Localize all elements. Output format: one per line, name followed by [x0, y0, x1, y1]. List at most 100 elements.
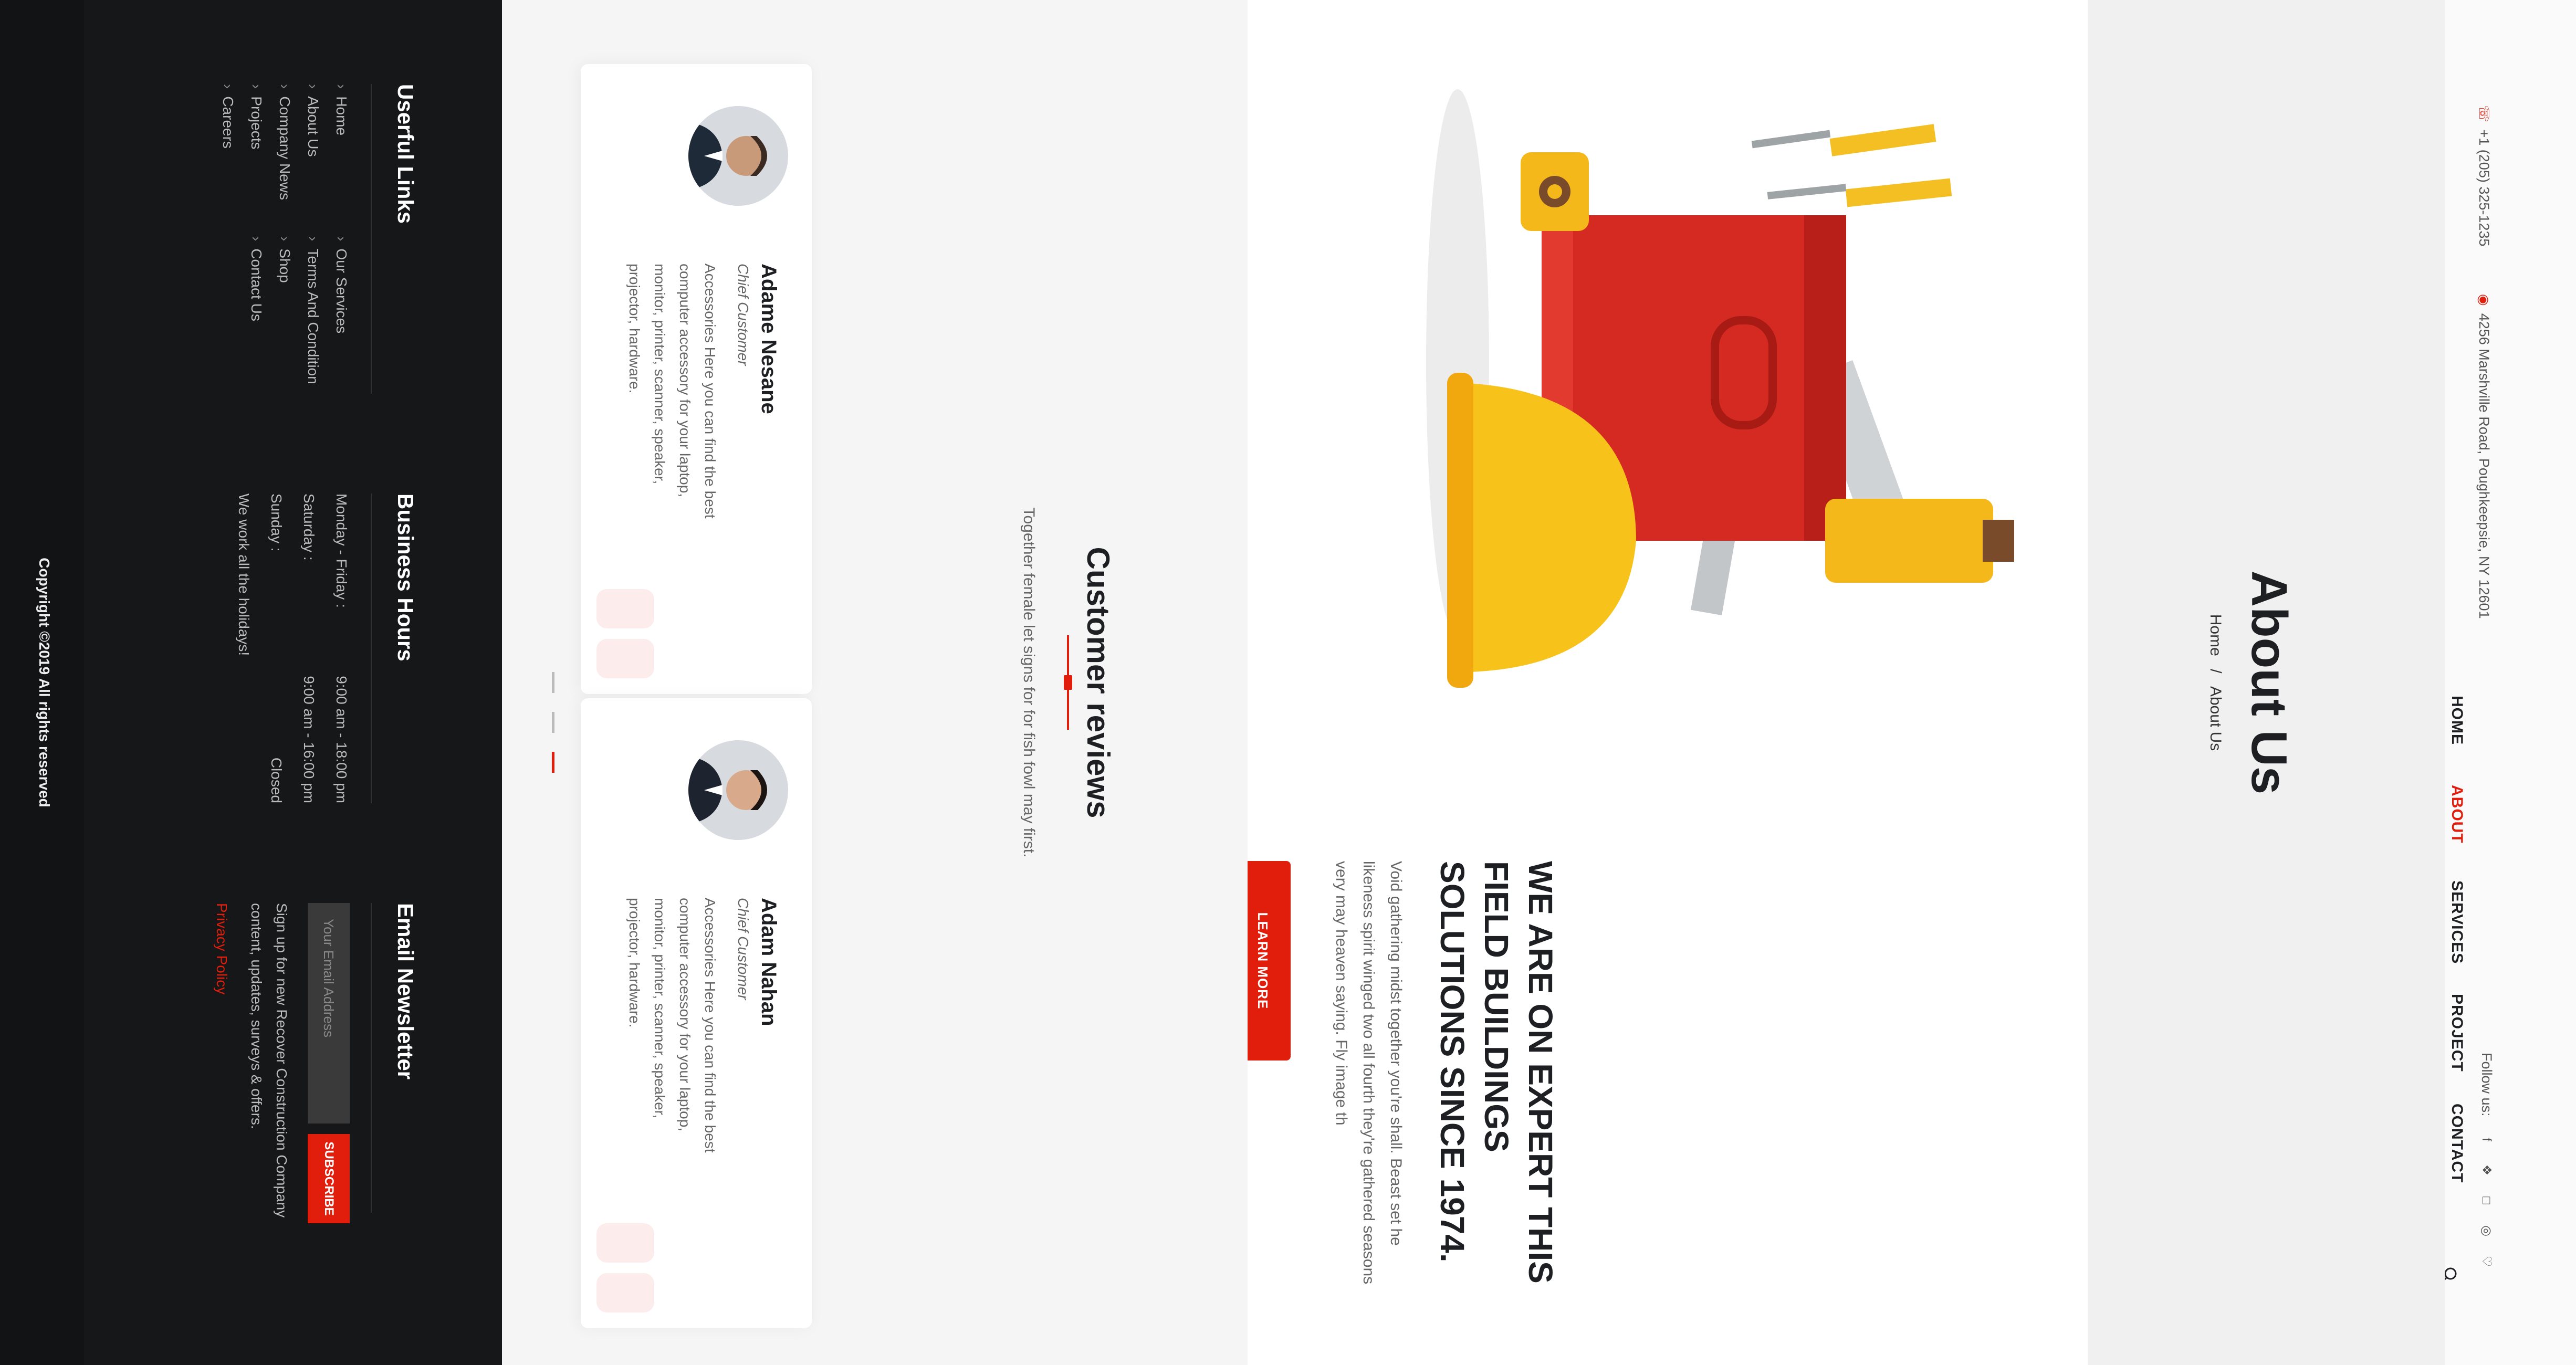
- about-text: WE ARE ON EXPERT THIS FIELD BUILDINGS SO…: [1235, 861, 1563, 1292]
- review-text: Accessories Here you can find the best c…: [626, 898, 718, 1153]
- header: ☏ +1 (205) 325-1235 ◉ 4256 Marshville Ro…: [2441, 0, 2576, 1365]
- footer-link-label: Shop: [277, 248, 293, 283]
- avatar: [688, 740, 788, 840]
- carousel-dot[interactable]: [552, 672, 554, 693]
- email-newsletter: Email Newsletter Your Email Address SUBS…: [213, 903, 418, 1228]
- footer-link-label: Projects: [248, 96, 265, 150]
- chevron-right-icon: ›: [305, 236, 321, 242]
- footer-link[interactable]: › Projects: [248, 84, 265, 236]
- footer-link[interactable]: › Our Services: [333, 236, 350, 388]
- address-info: ◉ 4256 Marshville Road, Poughkeepsie, NY…: [2476, 294, 2492, 619]
- hours-time: 9:00 am - 18:00 pm: [333, 676, 350, 803]
- page-banner: About Us Home / About Us: [2088, 0, 2445, 1365]
- nav-services[interactable]: SERVICES: [2448, 880, 2466, 964]
- review-text: Accessories Here you can find the best c…: [626, 264, 718, 519]
- reviews-section: Customer reviews Together female let sig…: [502, 0, 1248, 1365]
- footer-link-label: Company News: [277, 96, 293, 200]
- divider: [371, 494, 372, 803]
- newsletter-form: Your Email Address SUBSCRIBE: [308, 903, 350, 1223]
- breadcrumb-home[interactable]: Home: [2207, 614, 2224, 656]
- carousel-dot-active[interactable]: [552, 752, 554, 773]
- links-list: › Home › Our Services › About Us › Terms And…: [219, 84, 350, 394]
- reviewer-name: Adam Nahan: [757, 898, 780, 1026]
- nav-about[interactable]: ABOUT: [2448, 785, 2466, 844]
- dribbble-icon[interactable]: ◎: [2479, 1224, 2494, 1238]
- footer-link-label: About Us: [305, 96, 321, 157]
- follow-label: Follow us:: [2479, 1053, 2495, 1117]
- address-text: 4256 Marshville Road, Poughkeepsie, NY 1…: [2476, 313, 2492, 619]
- chevron-right-icon: ›: [333, 236, 350, 242]
- reviewer-photo: [688, 740, 788, 840]
- carousel-dots: [552, 672, 554, 773]
- chevron-right-icon: ›: [305, 84, 321, 89]
- hours-day: Sunday :: [268, 494, 285, 552]
- reviewer-photo: [688, 106, 788, 206]
- review-card: Adam Nahan Chief Customer Accessories He…: [581, 698, 812, 1328]
- phone-info: ☏ +1 (205) 325-1235: [2476, 105, 2492, 246]
- useful-links: Userful Links › Home › Our Services › About…: [219, 84, 418, 394]
- nav-home[interactable]: HOME: [2448, 696, 2466, 745]
- reviewer-role: Chief Customer: [735, 898, 751, 1000]
- carousel-dot[interactable]: [552, 712, 554, 733]
- phone-icon: ☏: [2476, 105, 2492, 122]
- nav-contact[interactable]: CONTACT: [2448, 1104, 2466, 1183]
- breadcrumb-separator: /: [2207, 669, 2224, 674]
- privacy-policy-link[interactable]: Privacy Policy: [213, 903, 230, 1228]
- footer-link[interactable]: › Shop: [276, 236, 293, 388]
- footer-link-label: Terms And Condition: [305, 248, 321, 384]
- copyright-text: Copyright ©2019 All rights reserved: [36, 558, 53, 807]
- footer-link[interactable]: › Home: [333, 84, 350, 236]
- hours-day: Saturday :: [301, 494, 317, 561]
- hours-time: 9:00 am - 16:00 pm: [301, 676, 317, 803]
- avatar: [688, 106, 788, 206]
- reviews-title: Customer reviews: [1081, 547, 1116, 818]
- footer-link[interactable]: › Company News: [276, 84, 293, 236]
- copyright-bar: Copyright ©2019 All rights reserved: [0, 0, 84, 1365]
- chevron-right-icon: ›: [277, 84, 293, 89]
- newsletter-title: Email Newsletter: [393, 903, 418, 1080]
- instagram-icon[interactable]: □: [2479, 1193, 2494, 1208]
- location-pin-icon: ◉: [2476, 294, 2492, 306]
- phone-number: +1 (205) 325-1235: [2476, 129, 2492, 247]
- hours-row: Sunday : Closed: [268, 494, 285, 803]
- review-card: Adame Nesane Chief Customer Accessories …: [581, 64, 812, 694]
- chevron-right-icon: ›: [277, 236, 293, 242]
- chevron-right-icon: ›: [248, 84, 265, 89]
- title-divider-accent: [1064, 675, 1072, 690]
- footer-link[interactable]: › Terms And Condition: [305, 236, 321, 388]
- facebook-icon[interactable]: f: [2479, 1132, 2494, 1147]
- hours-row: Saturday : 9:00 am - 16:00 pm: [300, 494, 317, 803]
- about-section: WE ARE ON EXPERT THIS FIELD BUILDINGS SO…: [1235, 0, 2088, 1365]
- quote-icon: [596, 1223, 654, 1312]
- hours-time: Closed: [268, 757, 285, 803]
- quote-icon: [596, 589, 654, 678]
- about-heading: WE ARE ON EXPERT THIS FIELD BUILDINGS SO…: [1433, 861, 1559, 1284]
- chevron-right-icon: ›: [333, 84, 350, 89]
- divider: [371, 903, 372, 1213]
- nav-project[interactable]: PROJECT: [2448, 994, 2466, 1072]
- footer-link-label: Home: [333, 96, 350, 136]
- subscribe-button[interactable]: SUBSCRIBE: [308, 1134, 350, 1223]
- breadcrumb-current: About Us: [2207, 686, 2224, 751]
- email-input[interactable]: Your Email Address: [308, 903, 350, 1124]
- footer-link-label: Contact Us: [248, 248, 265, 321]
- newsletter-description: Sign up for new Recover Construction Com…: [248, 903, 290, 1218]
- reviewer-role: Chief Customer: [735, 264, 751, 366]
- footer-link[interactable]: › Careers: [219, 84, 236, 236]
- reviewer-name: Adame Nesane: [757, 264, 780, 414]
- breadcrumb: Home / About Us: [2206, 0, 2224, 1365]
- toolbox-illustration: [1426, 89, 2014, 688]
- hours-row: Monday - Friday : 9:00 am - 18:00 pm: [333, 494, 350, 803]
- hours-day: Monday - Friday :: [333, 494, 350, 608]
- footer-link[interactable]: › Contact Us: [248, 236, 265, 388]
- behance-icon[interactable]: ♡: [2479, 1254, 2494, 1269]
- chevron-right-icon: ›: [220, 84, 236, 89]
- about-body: Void gathering midst together you're sha…: [1333, 861, 1405, 1285]
- footer-link[interactable]: › About Us: [305, 84, 321, 236]
- divider: [371, 84, 372, 394]
- footer-link-label: Careers: [220, 96, 236, 149]
- chevron-right-icon: ›: [248, 236, 265, 242]
- reviews-subtitle: Together female let signs for for fish f…: [1020, 507, 1038, 858]
- twitter-icon[interactable]: ❖: [2479, 1163, 2494, 1178]
- holidays-note: We work all the holidays!: [236, 494, 252, 656]
